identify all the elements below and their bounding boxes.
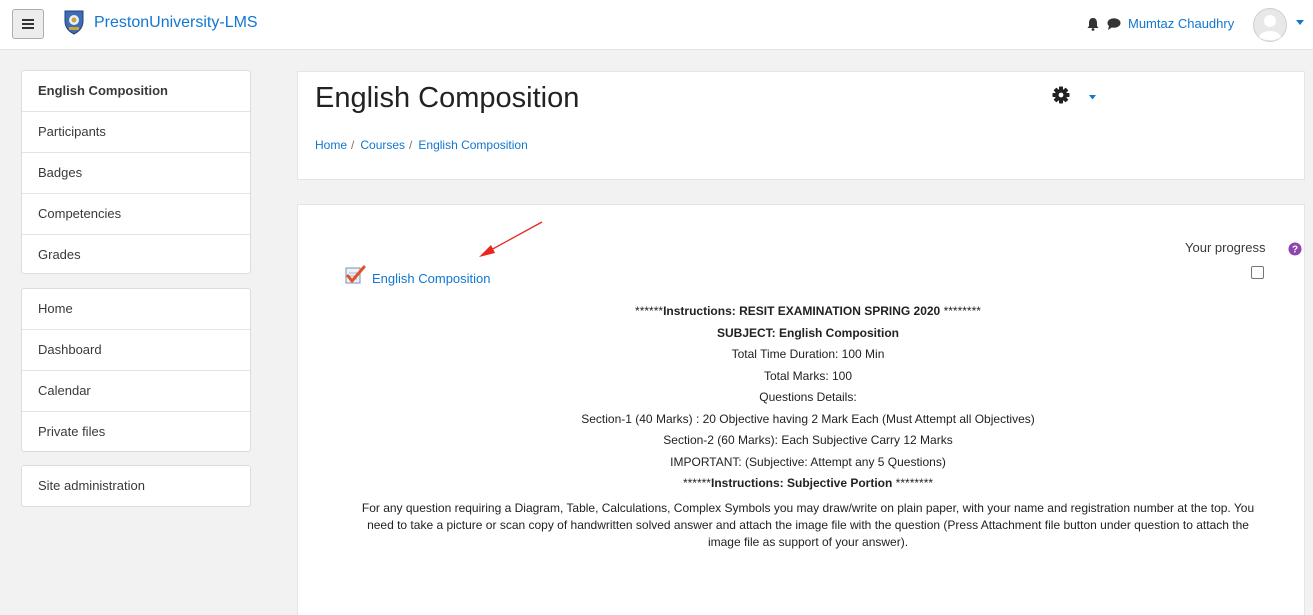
sidebar-item-competencies[interactable]: Competencies: [22, 194, 250, 235]
breadcrumb-separator: /: [409, 138, 413, 152]
sidebar-item-label: Participants: [38, 124, 106, 139]
menu-icon: [22, 19, 34, 29]
breadcrumb: Home / Courses / English Composition: [315, 138, 528, 152]
sidebar-course-block: English Composition Participants Badges …: [21, 70, 251, 274]
sub-text: Instructions: Subjective Portion: [710, 476, 893, 490]
progress-label: Your progress: [1185, 240, 1266, 255]
sidebar-item-site-administration[interactable]: Site administration: [22, 466, 250, 507]
sidebar-item-dashboard[interactable]: Dashboard: [22, 330, 250, 371]
breadcrumb-courses[interactable]: Courses: [360, 138, 405, 152]
sidebar-item-home[interactable]: Home: [22, 289, 250, 330]
heading-text: Instructions: RESIT EXAMINATION SPRING 2…: [663, 304, 941, 318]
instructions-heading: ******Instructions: RESIT EXAMINATION SP…: [338, 301, 1278, 323]
instructions-paragraph: For any question requiring a Diagram, Ta…: [361, 500, 1255, 549]
site-logo[interactable]: [63, 9, 85, 35]
heading-prefix: ******: [635, 304, 664, 318]
instructions-marks: Total Marks: 100: [763, 368, 853, 383]
breadcrumb-home[interactable]: Home: [315, 138, 347, 152]
sidebar-item-label: Home: [38, 301, 73, 316]
heading-suffix: ********: [940, 304, 981, 318]
instructions-time: Total Time Duration: 100 Min: [731, 347, 885, 361]
sidebar-item-english-composition[interactable]: English Composition: [22, 71, 250, 112]
sidebar-item-label: Dashboard: [38, 342, 102, 357]
page-title: English Composition: [315, 82, 580, 114]
chevron-down-icon[interactable]: [1089, 95, 1096, 100]
site-name-link[interactable]: PrestonUniversity-LMS: [94, 14, 258, 32]
sub-suffix: ********: [892, 476, 934, 490]
sidebar-item-label: Private files: [38, 424, 106, 439]
sidebar-item-grades[interactable]: Grades: [22, 235, 250, 276]
sidebar-item-calendar[interactable]: Calendar: [22, 371, 250, 412]
sidebar-site-block: Home Dashboard Calendar Private files: [21, 288, 251, 452]
page-header: English Composition Home / Courses / English…: [297, 71, 1305, 180]
user-menu-name[interactable]: Mumtaz Chaudhry: [1128, 16, 1234, 31]
breadcrumb-separator: /: [351, 138, 355, 152]
sidebar-item-label: English Composition: [38, 83, 168, 98]
svg-text:?: ?: [1292, 245, 1298, 256]
bell-icon[interactable]: [1085, 16, 1101, 32]
sidebar-item-label: Badges: [38, 165, 83, 180]
instructions-subjective-heading: ******Instructions: Subjective Portion *…: [338, 473, 1278, 495]
navbar: PrestonUniversity-LMS Mumtaz Chaudhry: [0, 0, 1313, 50]
menu-toggle-button[interactable]: [12, 9, 44, 39]
sidebar-item-label: Site administration: [38, 478, 145, 493]
instructions-details: Questions Details:: [759, 390, 857, 404]
instructions-subject: SUBJECT: English Composition: [716, 325, 899, 340]
gear-icon[interactable]: [1052, 86, 1070, 104]
help-icon[interactable]: ?: [1288, 242, 1302, 256]
chat-icon[interactable]: [1106, 16, 1122, 32]
avatar[interactable]: [1253, 8, 1287, 42]
breadcrumb-course[interactable]: English Composition: [418, 138, 527, 152]
instructions-section2: Section-2 (60 Marks): Each Subjective Ca…: [663, 433, 953, 447]
sidebar-item-label: Grades: [38, 247, 81, 262]
sidebar-item-badges[interactable]: Badges: [22, 153, 250, 194]
annotation-arrow-icon: [479, 221, 543, 257]
instructions-section1: Section-1 (40 Marks) : 20 Objective havi…: [581, 411, 1035, 426]
sidebar-item-label: Calendar: [38, 383, 91, 398]
chevron-down-icon[interactable]: [1296, 20, 1304, 26]
assignment-link[interactable]: English Composition: [372, 271, 491, 286]
sidebar-item-label: Competencies: [38, 206, 122, 221]
sidebar-admin-block: Site administration: [21, 465, 251, 507]
completion-checkbox[interactable]: [1251, 266, 1264, 279]
assignment-icon: [345, 265, 366, 284]
sub-prefix: ******: [682, 476, 711, 490]
sidebar-item-private-files[interactable]: Private files: [22, 412, 250, 453]
instructions-important: IMPORTANT: (Subjective: Attempt any 5 Qu…: [670, 454, 946, 469]
instructions: ******Instructions: RESIT EXAMINATION SP…: [338, 301, 1278, 551]
sidebar-item-participants[interactable]: Participants: [22, 112, 250, 153]
